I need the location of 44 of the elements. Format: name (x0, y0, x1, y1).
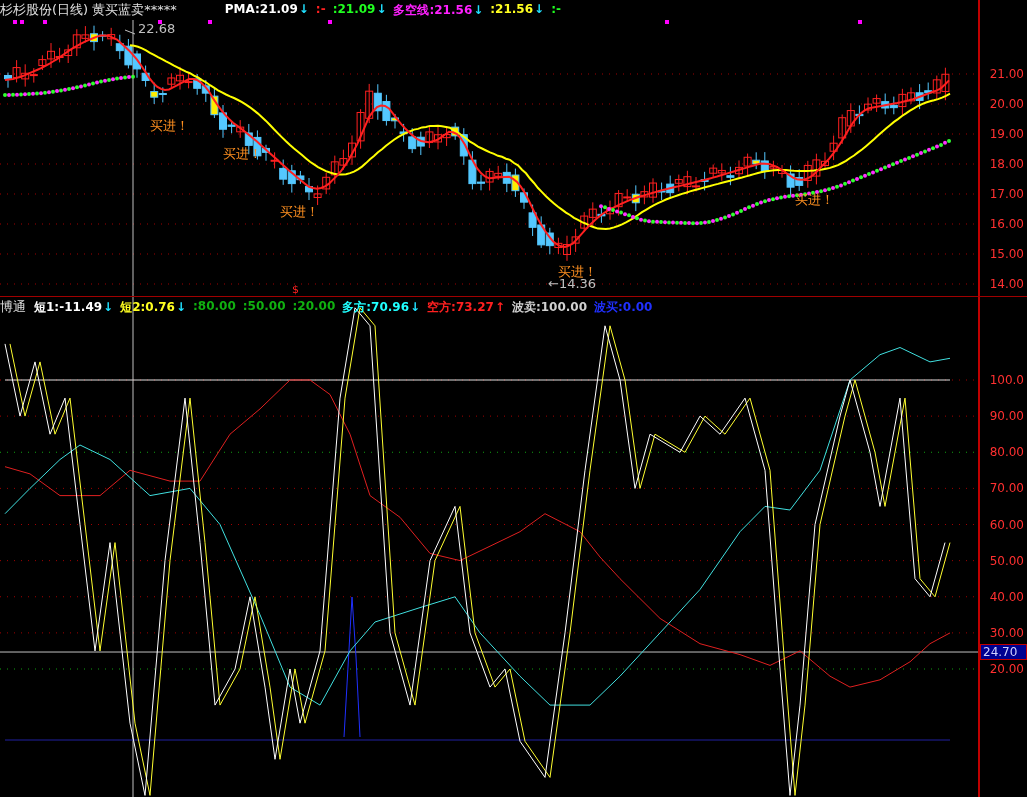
legend-value: 多方:70.96↓ (342, 298, 421, 316)
indicator-axis-label: 30.00 (989, 625, 1024, 640)
price-axis-label: 21.00 (989, 67, 1024, 81)
indicator-axis-label: 50.00 (989, 553, 1024, 568)
buy-signal-label: 买进！ (558, 263, 597, 279)
legend-value: :20.00 (292, 298, 336, 315)
legend-value: 短2:0.76↓ (120, 298, 186, 316)
price-axis-label: 15.00 (989, 247, 1024, 261)
legend-value: 多空线:21.56↓ (393, 1, 484, 19)
legend-value: 短1:-11.49↓ (34, 298, 114, 316)
current-value-badge: 24.70 (980, 644, 1027, 660)
legend-value: :50.00 (242, 298, 286, 315)
legend-value: 波买:0.00 (594, 298, 653, 316)
indicator-title: 博通 (0, 298, 26, 316)
indicator-axis-label: 60.00 (989, 517, 1024, 532)
legend-value: :21.56↓ (490, 1, 545, 18)
legend-value: :- (551, 1, 561, 18)
buy-signal-label: 买进！ (795, 191, 834, 209)
price-axis-label: 19.00 (989, 127, 1024, 141)
chart-title: 杉杉股份(日线) 黄买蓝卖***** (0, 1, 177, 19)
low-price-leader-line (124, 29, 136, 35)
legend-value: 波卖:100.00 (511, 298, 588, 316)
indicator-axis-label: 20.00 (989, 662, 1024, 676)
indicator-axis-label: 100.0 (989, 373, 1024, 387)
buy-signal-label: 买进！ (150, 117, 189, 135)
price-axis-label: 14.00 (989, 277, 1024, 291)
indicator-axis-label: 70.00 (989, 481, 1024, 496)
legend-value: :21.09↓ (332, 1, 387, 18)
signal-mark: $ (292, 283, 299, 296)
indicator-axis-label: 40.00 (989, 589, 1024, 604)
price-axis-label: 17.00 (989, 187, 1024, 201)
legend-value: :- (315, 1, 326, 18)
price-axis-label: 18.00 (989, 157, 1024, 171)
legend-value: 空方:73.27↑ (427, 298, 505, 316)
indicator-axis-label: 80.00 (989, 445, 1024, 460)
legend-value: PMA:21.09↓ (224, 1, 309, 18)
buy-signal-label: 买进！ (223, 145, 262, 163)
high-price-label: 22.68 (138, 21, 176, 36)
price-axis-label: 20.00 (989, 97, 1024, 111)
indicator-axis-label: 90.00 (989, 409, 1024, 424)
buy-signal-label: 买进！ (280, 203, 319, 221)
price-axis-label: 16.00 (989, 217, 1024, 231)
legend-value: :80.00 (193, 298, 236, 315)
low-price-label: ←14.36 (548, 276, 597, 291)
